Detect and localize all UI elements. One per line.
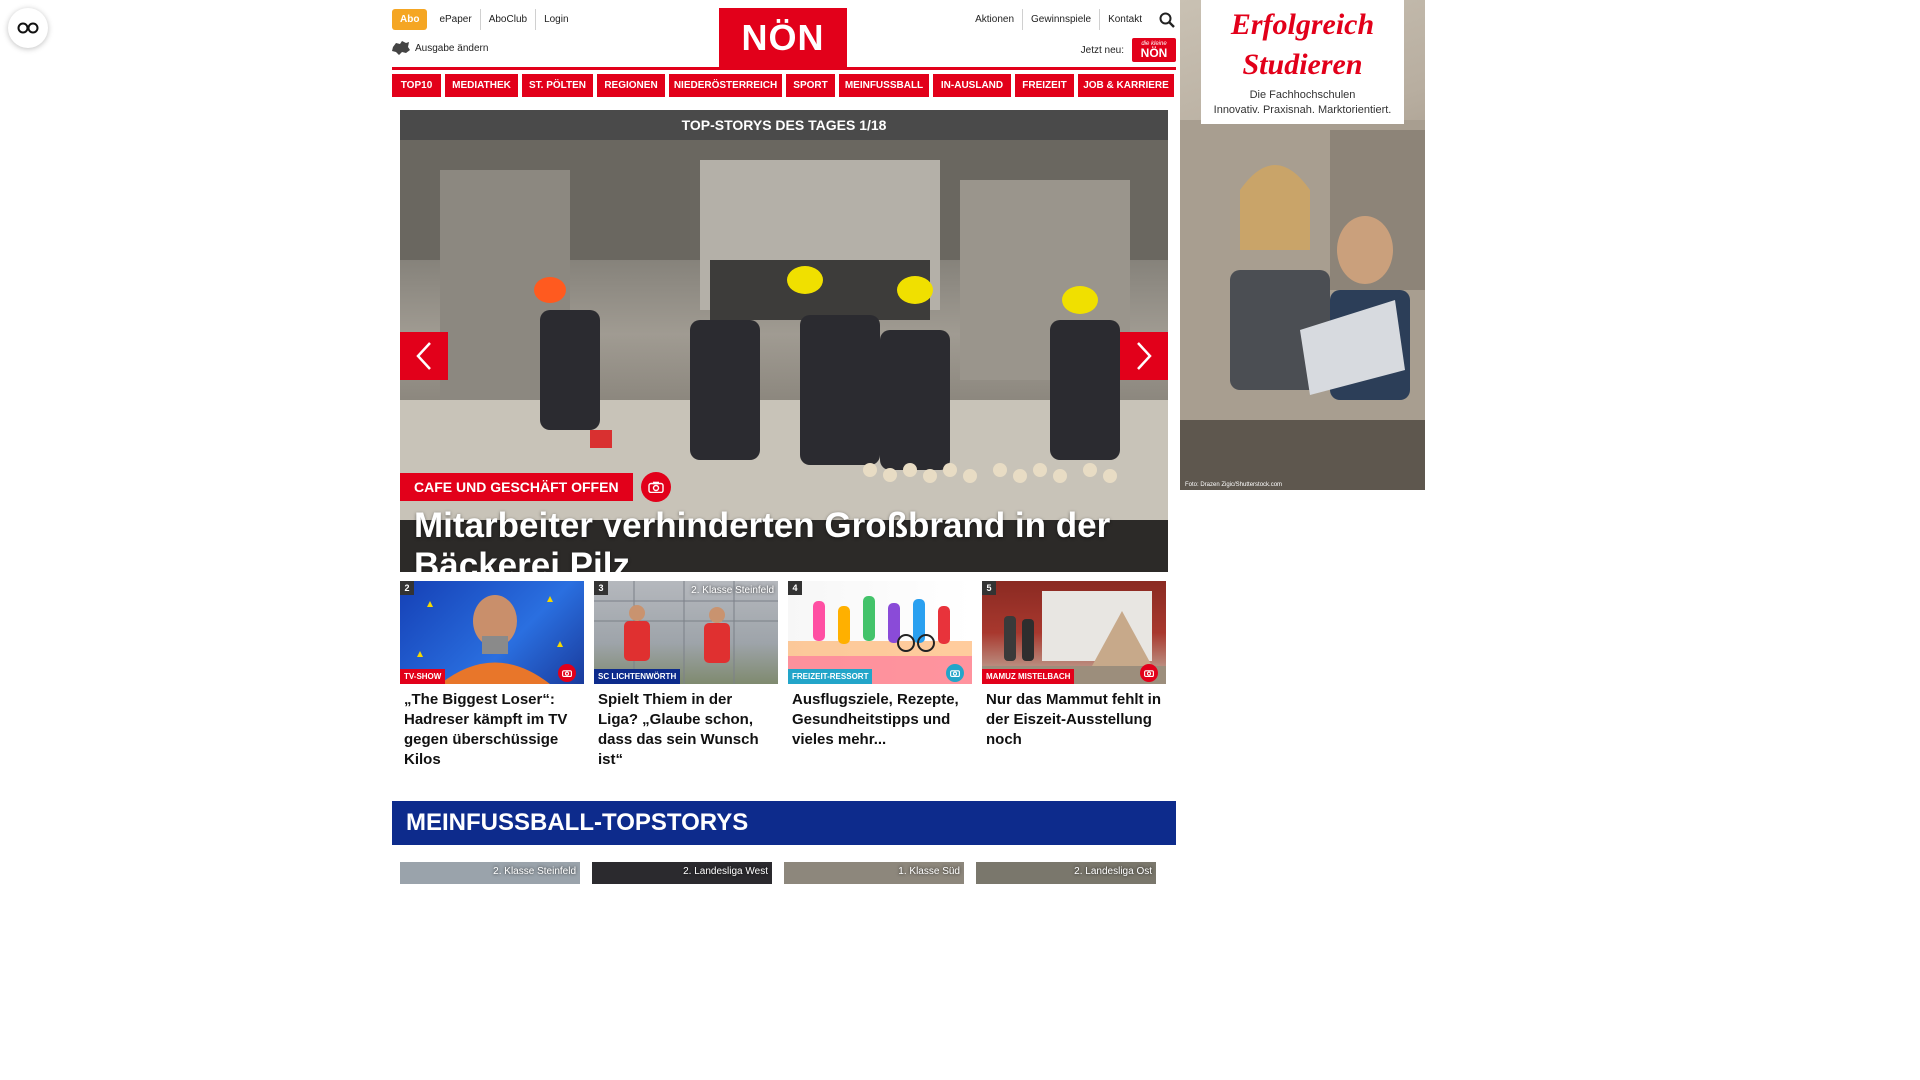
teaser-rank: 4 <box>788 581 802 595</box>
camera-icon <box>946 664 964 682</box>
hero-title[interactable]: Mitarbeiter verhinderten Großbrand in de… <box>414 506 1154 572</box>
chevron-left-icon <box>416 342 431 370</box>
teaser-image[interactable]: 4 FREIZEIT-RESSORT <box>788 581 972 684</box>
teaser-rank: 3 <box>594 581 608 595</box>
advertisement-banner[interactable]: Erfolgreich Studieren Die Fachhochschule… <box>1180 0 1425 490</box>
epaper-link[interactable]: ePaper <box>431 9 479 30</box>
hero-caption: CAFE UND GESCHÄFT OFFEN <box>400 472 671 502</box>
aktionen-link[interactable]: Aktionen <box>967 9 1022 30</box>
section-thumb[interactable]: 2. Landesliga West <box>592 862 772 884</box>
nav-niederoesterreich[interactable]: NIEDERÖSTERREICH <box>669 74 782 97</box>
camera-icon <box>640 472 671 502</box>
ad-sub-2: Innovativ. Praxisnah. Marktorientiert. <box>1213 104 1392 116</box>
lower-austria-map-icon <box>392 41 410 55</box>
meinfussball-thumbs: 2. Klasse Steinfeld 2. Landesliga West 1… <box>400 862 1168 884</box>
section-thumb[interactable]: 1. Klasse Süd <box>784 862 964 884</box>
teaser-image[interactable]: 3 2. Klasse Steinfeld SC LICHTENWÖRTH <box>594 581 778 684</box>
teaser-card[interactable]: 5 MAMUZ MISTELBACH Nur das Mammut fehlt … <box>982 581 1166 770</box>
teaser-title[interactable]: Spielt Thiem in der Liga? „Glaube schon,… <box>594 684 778 770</box>
teaser-tag: MAMUZ MISTELBACH <box>982 669 1075 684</box>
ad-headline-1: Erfolgreich <box>1230 8 1375 41</box>
abo-button[interactable]: Abo <box>392 9 428 30</box>
teaser-image[interactable]: 2 TV-SHOW <box>400 581 584 684</box>
teaser-league: 2. Klasse Steinfeld <box>691 585 774 596</box>
jetzt-neu: Jetzt neu: die kleine NÖN <box>1081 38 1176 62</box>
teaser-tag: FREIZEIT-RESSORT <box>788 669 873 684</box>
main-nav: TOP10 MEDIATHEK ST. PÖLTEN REGIONEN NIED… <box>392 74 1176 97</box>
glasses-icon <box>17 22 39 34</box>
teaser-card[interactable]: 2 TV-SHOW „The Biggest Loser“: Hadreser … <box>400 581 584 770</box>
thumb-league: 2. Landesliga Ost <box>1074 866 1152 877</box>
nav-top10[interactable]: TOP10 <box>392 74 441 97</box>
nav-sport[interactable]: SPORT <box>786 74 835 97</box>
teaser-title[interactable]: „The Biggest Loser“: Hadreser kämpft im … <box>400 684 584 770</box>
section-thumb[interactable]: 2. Klasse Steinfeld <box>400 862 580 884</box>
ausgabe-label: Ausgabe ändern <box>415 42 489 54</box>
nav-meinfussball[interactable]: MEINFUSSBALL <box>839 74 929 97</box>
jetzt-neu-label: Jetzt neu: <box>1080 44 1124 56</box>
thumb-league: 2. Landesliga West <box>683 866 768 877</box>
nav-freizeit[interactable]: FREIZEIT <box>1015 74 1074 97</box>
chevron-right-icon <box>1137 342 1152 370</box>
kleine-noen-text: NÖN <box>1140 46 1168 60</box>
top-stories-slider: TOP-STORYS DES TAGES 1/18 CAFE UND GESCH… <box>400 110 1168 572</box>
ad-text-box: Erfolgreich Studieren Die Fachhochschule… <box>1201 0 1404 124</box>
noen-logo[interactable]: NÖN <box>719 8 847 68</box>
teaser-row: 2 TV-SHOW „The Biggest Loser“: Hadreser … <box>400 581 1168 770</box>
teaser-rank: 5 <box>982 581 996 595</box>
thumb-league: 1. Klasse Süd <box>898 866 960 877</box>
slider-header: TOP-STORYS DES TAGES 1/18 <box>400 110 1168 140</box>
nav-in-ausland[interactable]: IN-AUSLAND <box>933 74 1011 97</box>
aboclub-link[interactable]: AboClub <box>479 9 535 30</box>
slider-prev-button[interactable] <box>400 332 448 380</box>
kontakt-link[interactable]: Kontakt <box>1099 9 1150 30</box>
nav-mediathek[interactable]: MEDIATHEK <box>445 74 518 97</box>
ad-photo-credit: Foto: Drazen Zigic/Shutterstock.com <box>1185 482 1283 488</box>
hero-kicker: CAFE UND GESCHÄFT OFFEN <box>400 473 633 501</box>
nav-job-karriere[interactable]: JOB & KARRIERE <box>1078 74 1174 97</box>
header-left-links: Abo ePaper AboClub Login <box>392 9 577 30</box>
kleine-noen-logo[interactable]: die kleine NÖN <box>1132 38 1176 62</box>
teaser-tag: TV-SHOW <box>400 669 446 684</box>
teaser-card[interactable]: 3 2. Klasse Steinfeld SC LICHTENWÖRTH Sp… <box>594 581 778 770</box>
meinfussball-section-header[interactable]: MEINFUSSBALL-TOPSTORYS <box>392 801 1176 845</box>
teaser-card[interactable]: 4 FREIZEIT-RESSORT Ausflugsziele, Rezept… <box>788 581 972 770</box>
search-icon[interactable] <box>1158 11 1176 29</box>
section-thumb[interactable]: 2. Landesliga Ost <box>976 862 1156 884</box>
accessibility-button[interactable] <box>8 8 48 48</box>
login-link[interactable]: Login <box>535 9 576 30</box>
camera-icon <box>1140 664 1158 682</box>
slider-next-button[interactable] <box>1120 332 1168 380</box>
teaser-tag: SC LICHTENWÖRTH <box>594 669 681 684</box>
ad-sub-1: Die Fachhochschulen <box>1249 89 1356 101</box>
thumb-league: 2. Klasse Steinfeld <box>493 866 576 877</box>
nav-st-poelten[interactable]: ST. PÖLTEN <box>522 74 593 97</box>
camera-icon <box>558 664 576 682</box>
header-divider <box>392 67 1176 70</box>
teaser-image[interactable]: 5 MAMUZ MISTELBACH <box>982 581 1166 684</box>
ad-headline-2: Studieren <box>1242 48 1363 81</box>
gewinnspiele-link[interactable]: Gewinnspiele <box>1022 9 1099 30</box>
teaser-title[interactable]: Nur das Mammut fehlt in der Eiszeit-Auss… <box>982 684 1166 750</box>
ausgabe-aendern-link[interactable]: Ausgabe ändern <box>392 41 488 55</box>
nav-regionen[interactable]: REGIONEN <box>597 74 665 97</box>
header-right-links: Aktionen Gewinnspiele Kontakt <box>963 9 1176 30</box>
teaser-rank: 2 <box>400 581 414 595</box>
hero-image[interactable]: CAFE UND GESCHÄFT OFFEN Mitarbeiter verh… <box>400 140 1168 572</box>
teaser-title[interactable]: Ausflugsziele, Rezepte, Gesundheitstipps… <box>788 684 972 750</box>
